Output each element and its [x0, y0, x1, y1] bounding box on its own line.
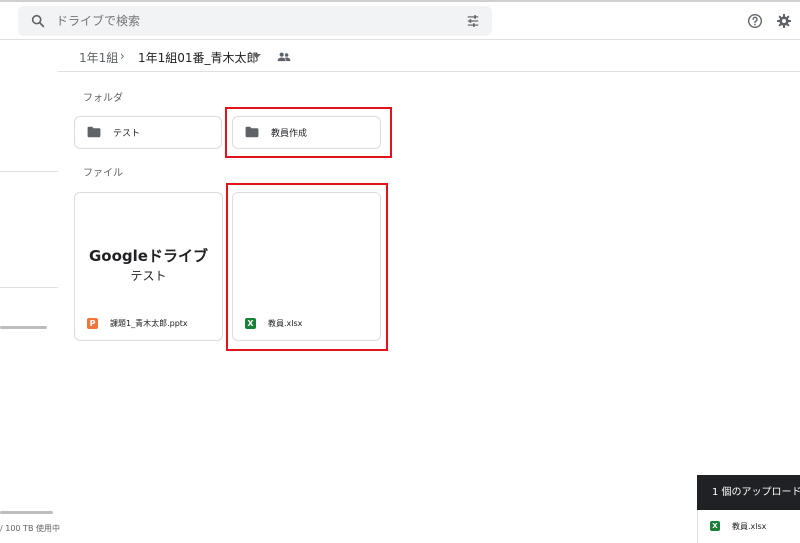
upload-panel: 1 個のアップロード完 X 教員.xlsx [697, 475, 800, 543]
upload-panel-title: 1 個のアップロード完 [697, 475, 800, 510]
search-input[interactable] [56, 6, 436, 36]
search-options-icon[interactable] [466, 14, 480, 28]
highlight-box-folder [225, 107, 392, 158]
search-icon[interactable] [30, 13, 46, 29]
help-circle-icon[interactable] [747, 13, 763, 29]
sidebar-scroll-bar [0, 326, 47, 329]
highlight-box-file [226, 183, 388, 351]
sidebar-divider [0, 171, 58, 172]
thumbnail-subtitle: テスト [130, 269, 167, 283]
storage-usage-bar [0, 511, 53, 514]
folder-name: テスト [113, 129, 141, 139]
sidebar: / 100 TB 使用中 [0, 40, 60, 543]
file-name: 課題1_青木太郎.pptx [110, 319, 188, 328]
spreadsheet-file-icon: X [710, 521, 720, 531]
files-section-label: ファイル [83, 168, 123, 179]
file-thumbnail: Googleドライブ テスト [75, 193, 222, 305]
search-box[interactable] [18, 6, 492, 36]
chevron-down-icon[interactable] [253, 54, 261, 58]
breadcrumb: 1年1組 › 1年1組01番_青木太郎 [58, 40, 800, 72]
folder-icon [87, 126, 101, 138]
breadcrumb-separator: › [120, 49, 125, 63]
slides-file-icon: P [87, 318, 98, 329]
top-bar [0, 0, 800, 40]
thumbnail-title: Googleドライブ [89, 247, 208, 265]
breadcrumb-item-class[interactable]: 1年1組 [79, 49, 118, 66]
folders-section-label: フォルダ [83, 93, 123, 104]
file-card-pptx[interactable]: Googleドライブ テスト P 課題1_青木太郎.pptx [74, 192, 223, 341]
upload-item[interactable]: X 教員.xlsx [697, 510, 800, 543]
breadcrumb-item-current-folder[interactable]: 1年1組01番_青木太郎 [138, 49, 259, 66]
gear-icon[interactable] [776, 13, 792, 29]
storage-usage-text: / 100 TB 使用中 [0, 524, 60, 533]
upload-file-name: 教員.xlsx [732, 522, 767, 531]
folder-card-test[interactable]: テスト [74, 116, 222, 149]
shared-people-icon [277, 52, 291, 62]
sidebar-divider [0, 287, 58, 288]
